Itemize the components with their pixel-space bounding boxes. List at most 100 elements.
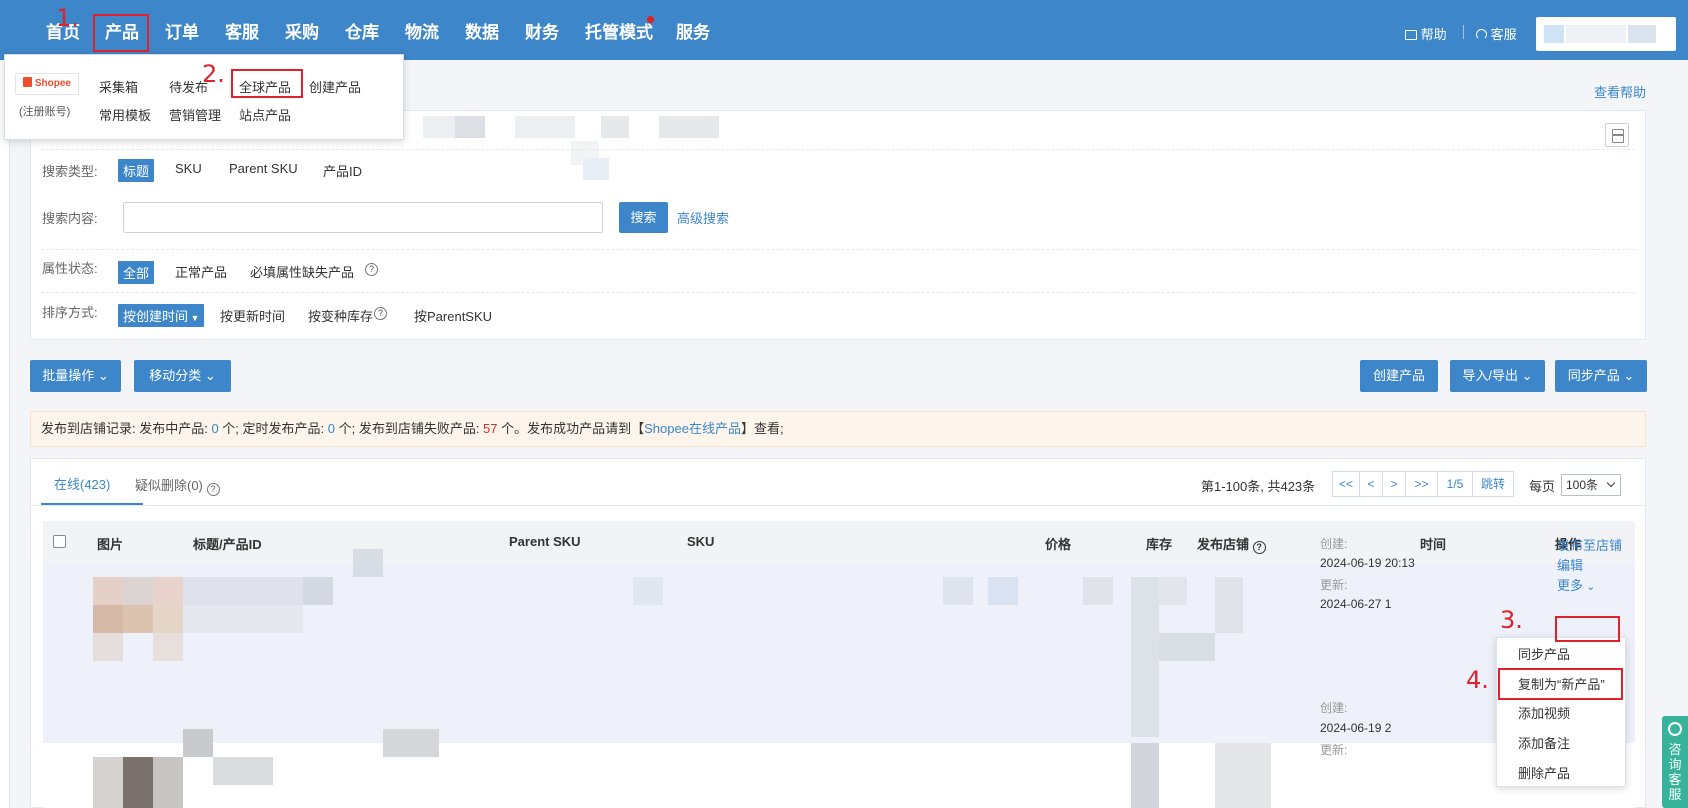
pixelated-area <box>515 116 575 138</box>
nav-orders[interactable]: 订单 <box>165 18 199 43</box>
collapse-panel-button[interactable] <box>1605 123 1629 147</box>
nav-services[interactable]: 服务 <box>676 18 710 43</box>
row2-created-time: 2024-06-19 2 <box>1320 721 1392 735</box>
tab-divider <box>31 505 1645 506</box>
menu-create-product[interactable]: 创建产品 <box>309 77 361 96</box>
question-icon[interactable]: ? <box>206 483 220 496</box>
shopee-logo[interactable]: Shopee <box>15 73 79 95</box>
chat-support-tab[interactable]: 咨询客服 <box>1662 716 1688 808</box>
shopee-online-products-link[interactable]: Shopee在线产品 <box>644 421 741 436</box>
nav-warehouse[interactable]: 仓库 <box>345 18 379 43</box>
menu-add-note[interactable]: 添加备注 <box>1518 733 1570 752</box>
question-icon[interactable]: ? <box>365 263 378 276</box>
menu-common-templates[interactable]: 常用模板 <box>99 105 151 124</box>
menu-delete-product[interactable]: 删除产品 <box>1518 763 1570 782</box>
advanced-search-link[interactable]: 高级搜索 <box>677 208 729 227</box>
move-category-button[interactable]: 移动分类 ⌄ <box>134 360 231 392</box>
nav-purchase[interactable]: 采购 <box>285 18 319 43</box>
menu-add-video[interactable]: 添加视频 <box>1518 703 1570 722</box>
service-nav[interactable]: 客服 <box>1476 24 1517 43</box>
menu-collection-box[interactable]: 采集箱 <box>99 77 138 96</box>
chevron-down-icon: ⌄ <box>94 368 109 383</box>
sync-label: 同步产品 <box>1567 368 1620 383</box>
sort-by-created[interactable]: 按创建时间 ▼ <box>118 304 205 327</box>
next-page-button[interactable]: > <box>1382 471 1406 497</box>
table-row[interactable] <box>43 549 1635 743</box>
page-range: 第1-100条, 共423条 <box>1201 479 1316 494</box>
col-sku: SKU <box>687 534 715 549</box>
nav-finance[interactable]: 财务 <box>525 18 559 43</box>
col-time: 时间 <box>1420 537 1447 552</box>
search-input[interactable] <box>123 202 603 233</box>
sort-by-variant-stock[interactable]: 按变种库存 <box>308 306 373 325</box>
view-help-link[interactable]: 查看帮助 <box>1594 82 1646 101</box>
search-type-title[interactable]: 标题 <box>118 159 155 182</box>
notice-text: 个; 定时发布产品: <box>218 421 328 436</box>
attr-all[interactable]: 全部 <box>118 261 155 284</box>
col-shops: 发布店铺 ? <box>1197 534 1266 554</box>
book-icon <box>1405 30 1417 40</box>
user-account-box[interactable] <box>1536 17 1676 51</box>
failed-count[interactable]: 57 <box>483 421 497 436</box>
col-image: 图片 <box>97 537 124 552</box>
col-title: 标题/产品ID <box>193 537 262 552</box>
edit-link[interactable]: 编辑 <box>1557 555 1583 574</box>
last-page-button[interactable]: >> <box>1405 471 1438 497</box>
page-indicator: 1/5 <box>1437 471 1473 497</box>
register-account-note[interactable]: (注册账号) <box>19 103 70 119</box>
headset-icon <box>1476 29 1487 40</box>
top-nav: 首页 产品 订单 客服 采购 仓库 物流 数据 财务 托管模式 服务 帮助 客服 <box>0 0 1688 60</box>
row1-created-time: 2024-06-19 20:13 <box>1320 556 1415 570</box>
annotation-step-4: 4. <box>1466 666 1489 694</box>
menu-site-products[interactable]: 站点产品 <box>239 105 291 124</box>
tab-online[interactable]: 在线(423) <box>54 474 110 493</box>
nav-data[interactable]: 数据 <box>465 18 499 43</box>
chevron-down-icon: ⌄ <box>201 368 216 383</box>
nav-hosting-mode[interactable]: 托管模式 <box>585 18 653 43</box>
sort-by-parent-sku[interactable]: 按ParentSKU <box>414 306 492 325</box>
tab-deleted-label: 疑似删除(0) <box>135 478 203 493</box>
table-row[interactable] <box>43 729 1635 808</box>
create-product-button[interactable]: 创建产品 <box>1360 360 1438 392</box>
import-export-button[interactable]: 导入/导出 ⌄ <box>1450 360 1545 392</box>
row1-updated-label: 更新: <box>1320 578 1348 592</box>
tab-suspected-deleted[interactable]: 疑似删除(0) ? <box>135 475 220 496</box>
notice-text: 发布到店铺记录: 发布中产品: <box>41 421 212 436</box>
question-icon[interactable]: ? <box>374 307 387 320</box>
question-icon[interactable]: ? <box>1252 541 1266 554</box>
chevron-down-icon: ⌄ <box>1583 581 1596 593</box>
chevron-down-icon: ⌄ <box>1619 368 1635 383</box>
search-type-sku[interactable]: SKU <box>175 161 202 176</box>
menu-sync-product[interactable]: 同步产品 <box>1518 644 1570 663</box>
notice-text: 】查看; <box>740 421 784 436</box>
nav-customer-service[interactable]: 客服 <box>225 18 259 43</box>
pixelated-area <box>583 158 609 180</box>
batch-operations-button[interactable]: 批量操作 ⌄ <box>30 360 121 392</box>
help-nav[interactable]: 帮助 <box>1405 24 1447 43</box>
prev-page-button[interactable]: < <box>1359 471 1383 497</box>
sync-products-button[interactable]: 同步产品 ⌄ <box>1555 360 1647 392</box>
nav-logistics[interactable]: 物流 <box>405 18 439 43</box>
per-page-select[interactable]: 100条 <box>1561 474 1621 496</box>
publish-to-shop-link[interactable]: 发布至店铺 <box>1557 535 1622 554</box>
highlight-more-button <box>1555 616 1620 642</box>
sort-by-updated[interactable]: 按更新时间 <box>220 306 285 325</box>
jump-button[interactable]: 跳转 <box>1472 471 1514 497</box>
more-dropdown-button[interactable]: 更多 ⌄ <box>1557 575 1595 594</box>
highlight-copy-as-new <box>1498 668 1623 700</box>
row1-updated-time: 2024-06-27 1 <box>1320 597 1392 611</box>
shopee-logo-text: Shopee <box>34 78 71 89</box>
select-all-checkbox[interactable] <box>53 535 66 548</box>
move-label: 移动分类 <box>149 368 202 383</box>
notification-dot <box>647 16 654 23</box>
search-button[interactable]: 搜索 <box>619 202 668 233</box>
annotation-step-1: 1. <box>56 4 79 32</box>
per-page-label: 每页 <box>1529 479 1556 494</box>
attr-missing-required[interactable]: 必填属性缺失产品 <box>250 262 354 281</box>
search-type-parent-sku[interactable]: Parent SKU <box>229 161 298 176</box>
pixelated-area <box>601 116 629 138</box>
search-type-product-id[interactable]: 产品ID <box>323 161 362 180</box>
first-page-button[interactable]: << <box>1332 471 1360 497</box>
menu-marketing[interactable]: 营销管理 <box>169 105 221 124</box>
attr-normal[interactable]: 正常产品 <box>175 262 227 281</box>
